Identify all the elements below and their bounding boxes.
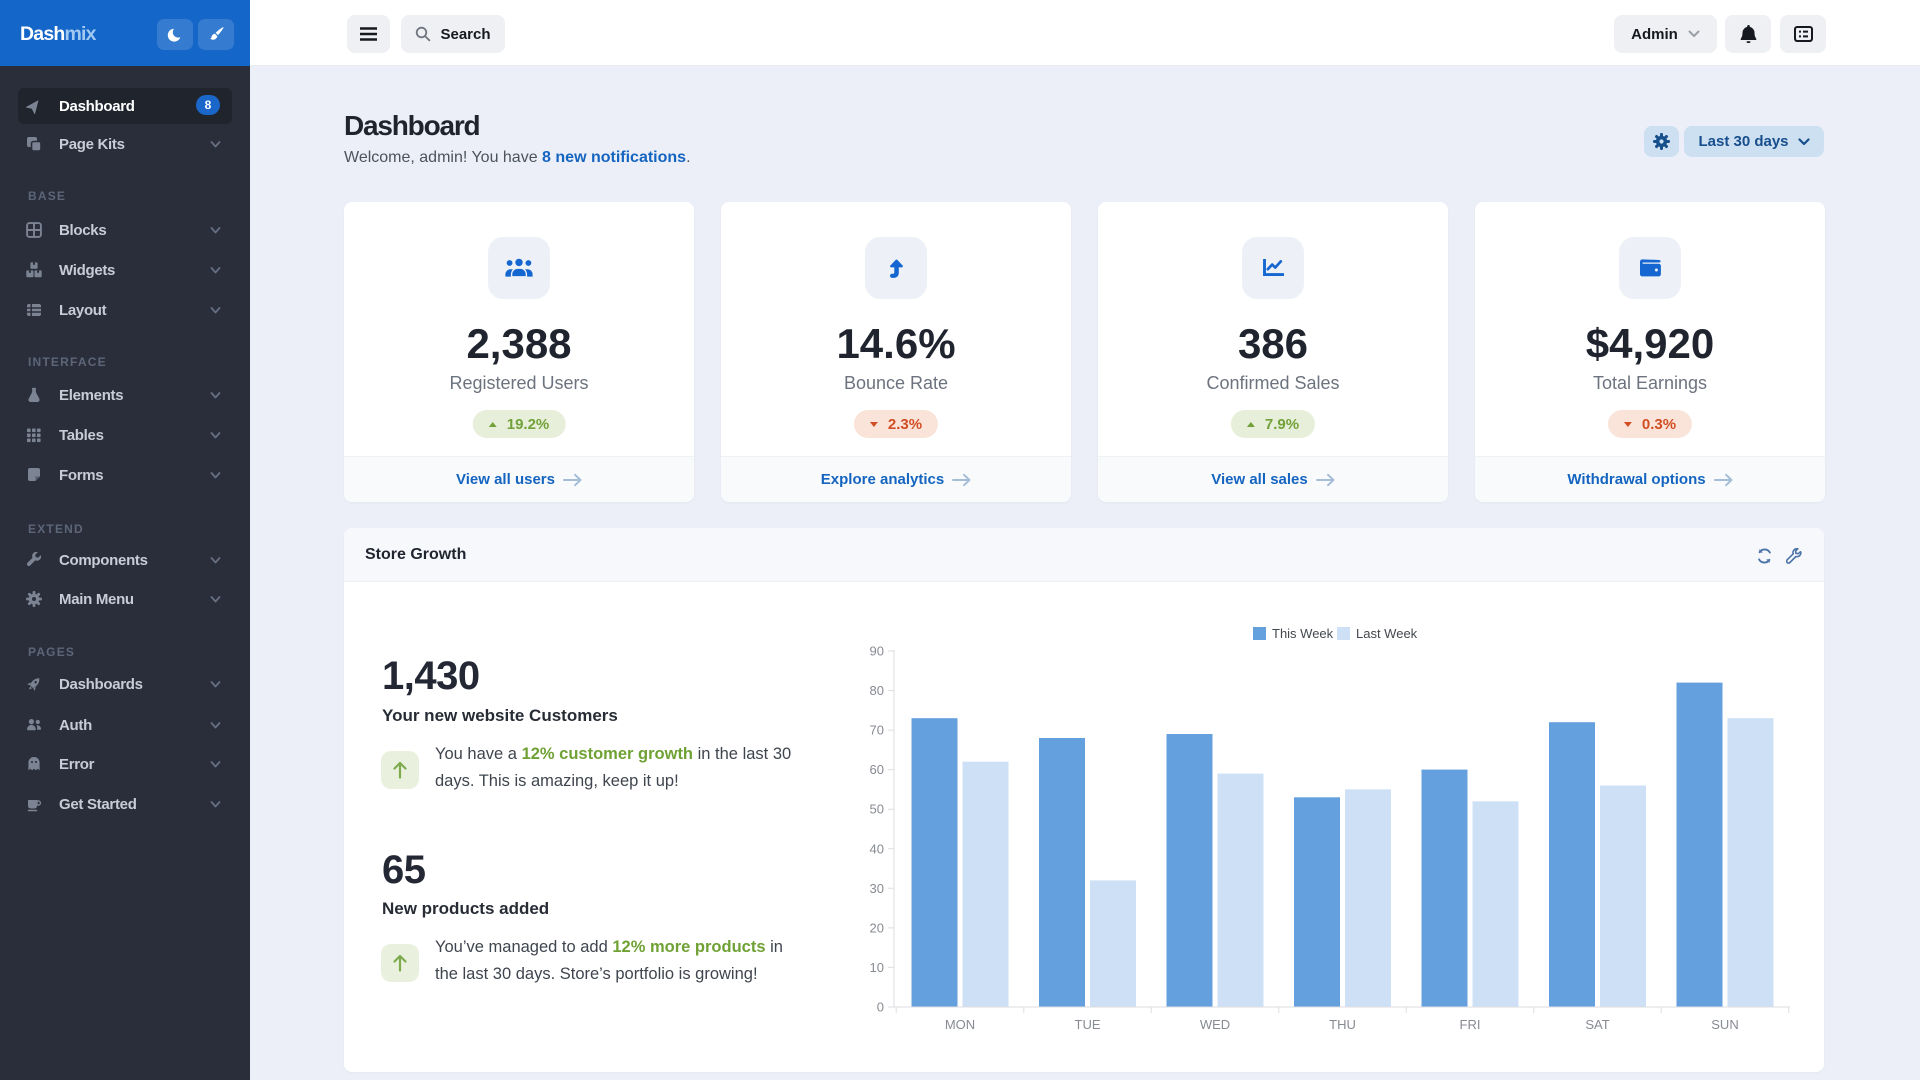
svg-text:Last Week: Last Week xyxy=(1356,626,1418,641)
svg-text:SUN: SUN xyxy=(1711,1017,1738,1032)
svg-text:80: 80 xyxy=(870,683,884,698)
svg-text:30: 30 xyxy=(870,881,884,896)
svg-text:WED: WED xyxy=(1200,1017,1230,1032)
svg-text:THU: THU xyxy=(1329,1017,1356,1032)
svg-text:MON: MON xyxy=(945,1017,975,1032)
svg-text:50: 50 xyxy=(870,802,884,817)
svg-text:70: 70 xyxy=(870,723,884,738)
svg-text:20: 20 xyxy=(870,920,884,935)
svg-text:40: 40 xyxy=(870,841,884,856)
svg-text:SAT: SAT xyxy=(1585,1017,1609,1032)
svg-text:10: 10 xyxy=(870,960,884,975)
svg-text:This Week: This Week xyxy=(1272,626,1334,641)
svg-text:0: 0 xyxy=(877,1000,884,1015)
svg-text:60: 60 xyxy=(870,762,884,777)
svg-text:TUE: TUE xyxy=(1075,1017,1101,1032)
svg-text:90: 90 xyxy=(870,644,884,659)
svg-text:FRI: FRI xyxy=(1460,1017,1481,1032)
